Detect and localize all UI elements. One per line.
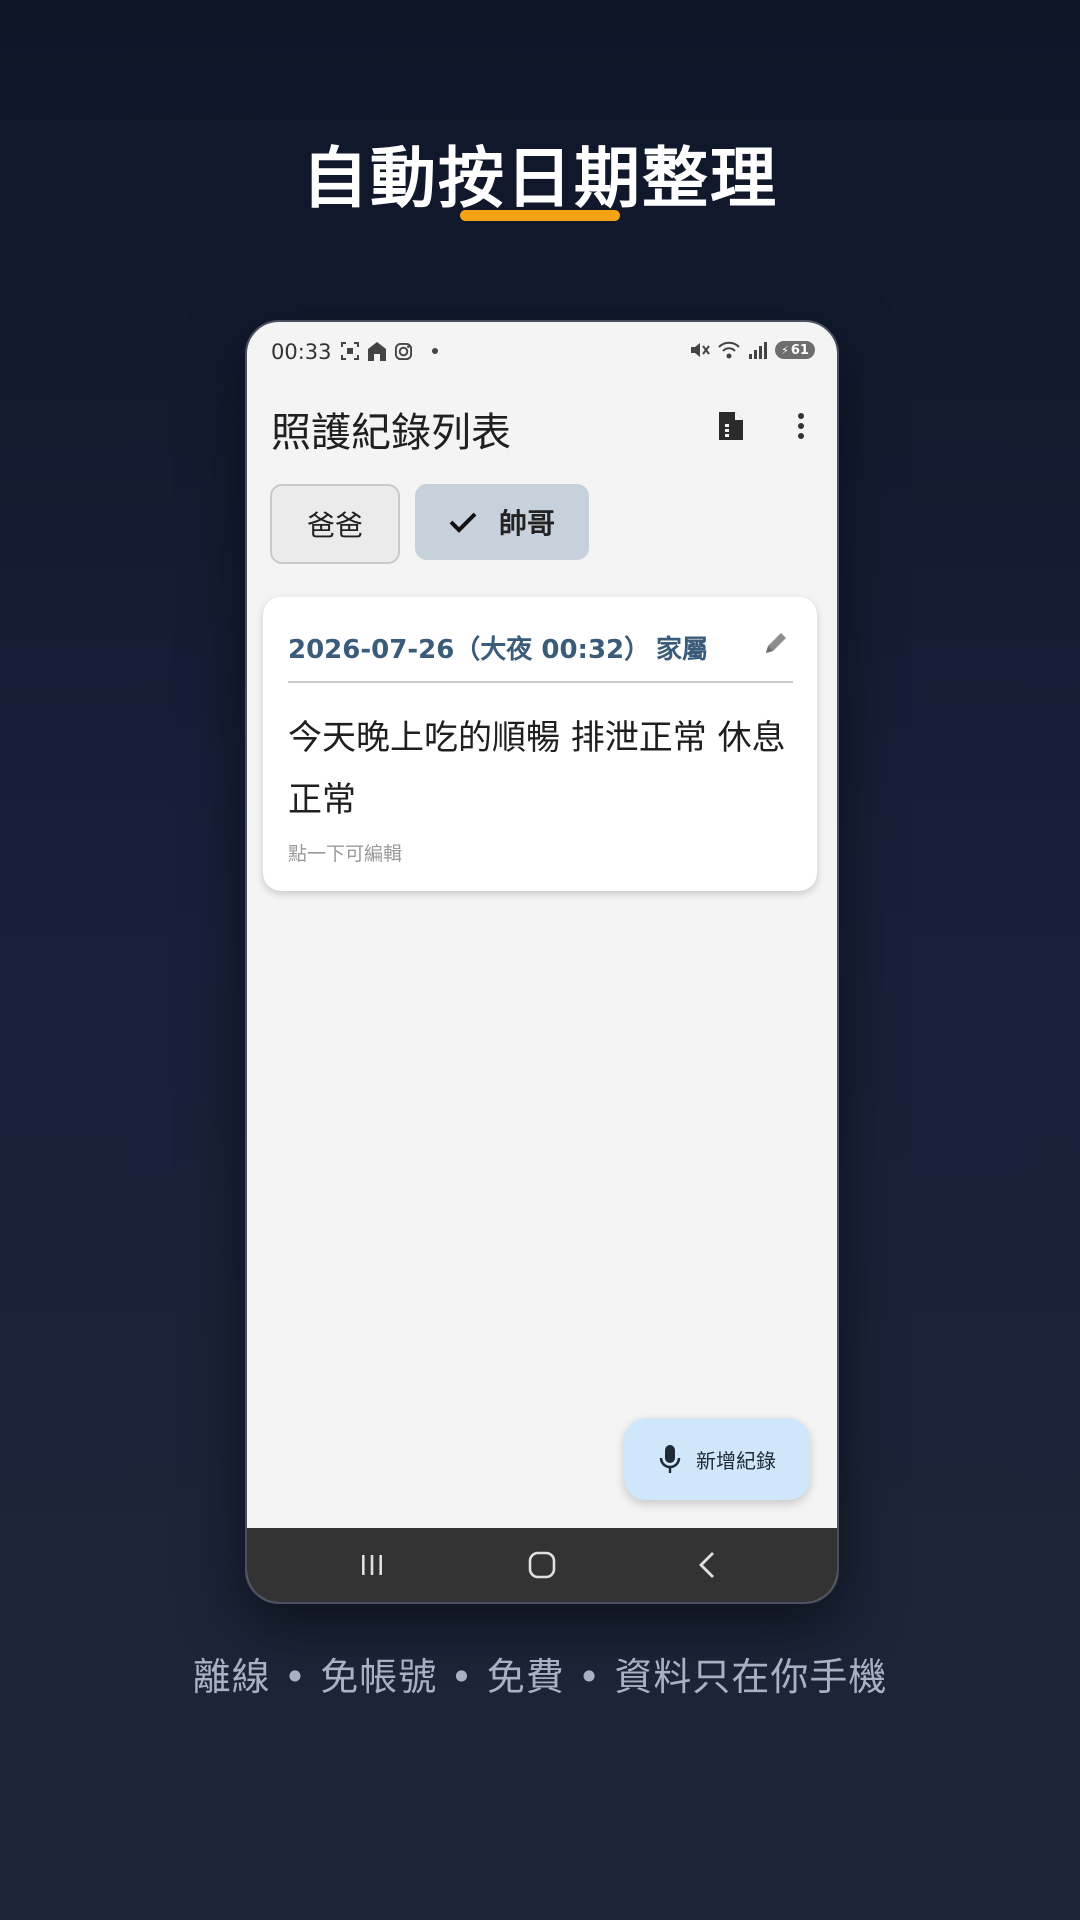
filter-chip-label: 帥哥	[498, 507, 555, 540]
dot-icon	[432, 348, 438, 354]
record-hint: 點一下可編輯	[288, 843, 403, 865]
battery-bolt-icon: ⚡	[781, 343, 789, 357]
mic-icon	[659, 1445, 681, 1473]
status-left-icons	[340, 340, 443, 362]
add-record-button[interactable]: 新增紀錄	[624, 1418, 810, 1500]
mute-icon	[691, 343, 710, 357]
edit-button[interactable]	[758, 625, 794, 661]
pencil-icon	[766, 633, 786, 653]
page-title: 照護紀錄列表	[271, 410, 511, 456]
record-author: 家屬	[656, 635, 709, 665]
recents-icon	[362, 1555, 382, 1575]
navigation-bar	[247, 1528, 837, 1602]
promo-title: 自動按日期整理	[302, 140, 778, 217]
filter-chip-label: 爸爸	[306, 509, 363, 542]
battery-icon: ⚡ 61	[775, 341, 815, 359]
wifi-icon	[718, 341, 740, 359]
home-icon	[368, 342, 386, 361]
phone-screen: 00:33 ⚡ 61 照護紀錄列表 爸爸 帥哥 2026-07-26（大夜 00…	[245, 320, 839, 1604]
export-document-icon	[719, 412, 743, 440]
status-right-icons: ⚡ 61	[689, 340, 815, 360]
back-icon	[699, 1552, 714, 1578]
record-text: 今天晚上吃的順暢 排泄正常 休息正常	[288, 718, 786, 820]
screenshot-icon	[341, 342, 359, 360]
recents-button[interactable]	[352, 1545, 392, 1585]
battery-level: 61	[790, 342, 809, 358]
more-options-button[interactable]	[777, 402, 825, 450]
filter-chip-dad[interactable]: 爸爸	[270, 484, 400, 564]
filter-chip-handsome[interactable]: 帥哥	[415, 484, 589, 560]
signal-icon	[749, 342, 767, 359]
home-button[interactable]	[522, 1545, 562, 1585]
record-card[interactable]: 2026-07-26（大夜 00:32） 家屬 今天晚上吃的順暢 排泄正常 休息…	[263, 597, 817, 891]
home-circle-icon	[528, 1551, 556, 1579]
status-bar: 00:33 ⚡ 61	[247, 322, 837, 382]
record-date: 2026-07-26（大夜 00:32）	[288, 635, 651, 665]
instagram-icon	[394, 342, 413, 360]
back-button[interactable]	[687, 1545, 727, 1585]
export-button[interactable]	[707, 402, 755, 450]
promo-underline	[460, 210, 620, 221]
more-vert-icon	[798, 413, 804, 439]
record-divider	[288, 681, 793, 683]
promo-footer: 離線 • 免帳號 • 免費 • 資料只在你手機	[192, 1655, 888, 1699]
add-record-label: 新增紀錄	[696, 1448, 776, 1473]
check-icon	[449, 512, 477, 533]
status-time: 00:33	[271, 340, 332, 364]
